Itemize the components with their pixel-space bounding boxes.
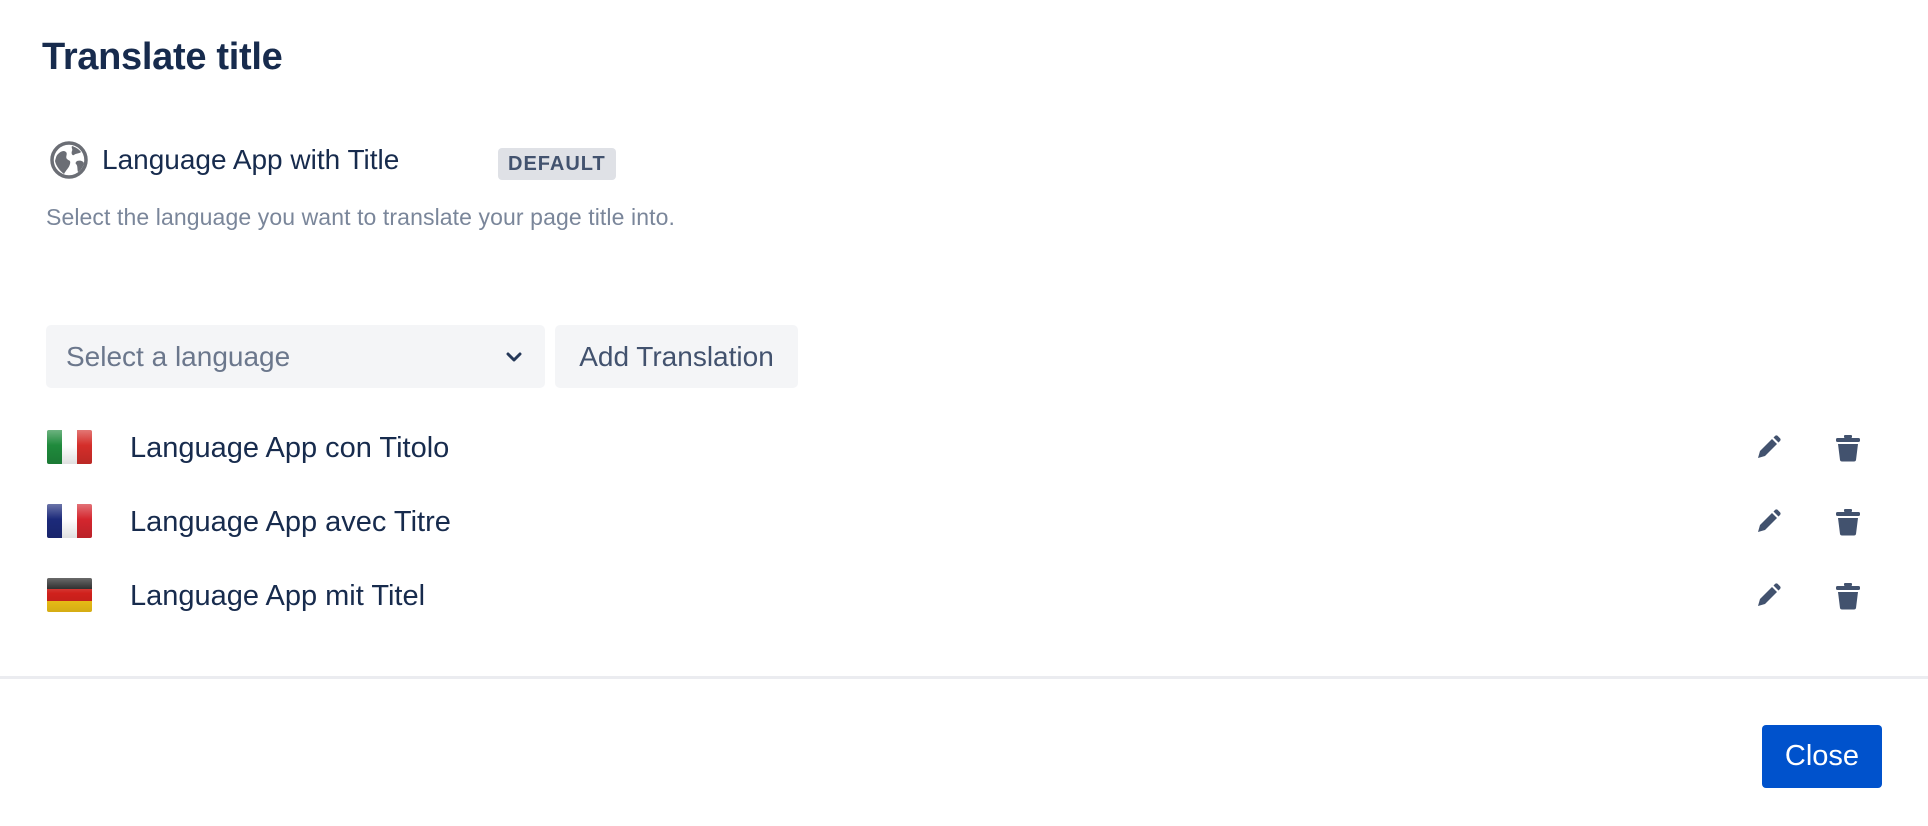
pencil-icon: [1758, 435, 1781, 458]
translation-row-german: Language App mit Titel: [0, 568, 1928, 628]
close-button[interactable]: Close: [1762, 725, 1882, 788]
delete-translation-button[interactable]: [1828, 576, 1868, 616]
helper-text: Select the language you want to translat…: [46, 204, 675, 230]
edit-translation-button[interactable]: [1748, 576, 1788, 616]
language-select[interactable]: Select a language: [46, 325, 545, 388]
pencil-icon: [1758, 583, 1781, 606]
globe-icon: [50, 141, 88, 179]
trash-icon: [1836, 435, 1860, 462]
translation-label: Language App con Titolo: [130, 432, 450, 464]
chevron-down-icon: [503, 346, 525, 368]
default-language-name: Language App with Title: [102, 144, 400, 175]
trash-icon: [1836, 509, 1860, 536]
delete-translation-button[interactable]: [1828, 502, 1868, 542]
dialog-title: Translate title: [42, 36, 283, 78]
delete-translation-button[interactable]: [1828, 428, 1868, 468]
edit-translation-button[interactable]: [1748, 502, 1788, 542]
trash-icon: [1836, 583, 1860, 610]
footer-divider: [0, 676, 1928, 679]
language-select-placeholder: Select a language: [66, 340, 291, 372]
edit-translation-button[interactable]: [1748, 428, 1788, 468]
translation-row-french: Language App avec Titre: [0, 494, 1928, 554]
germany-flag-icon: [47, 578, 92, 612]
france-flag-icon: [47, 504, 92, 538]
pencil-icon: [1758, 509, 1781, 532]
add-translation-button[interactable]: Add Translation: [555, 325, 798, 388]
translation-row-italian: Language App con Titolo: [0, 420, 1928, 480]
default-badge: DEFAULT: [498, 148, 616, 180]
italy-flag-icon: [47, 430, 92, 464]
translation-label: Language App avec Titre: [130, 506, 451, 538]
default-language-row: Language App with Title: [50, 138, 399, 182]
translate-title-dialog: Translate title Language App with Title …: [0, 0, 1928, 826]
translation-label: Language App mit Titel: [130, 580, 426, 612]
